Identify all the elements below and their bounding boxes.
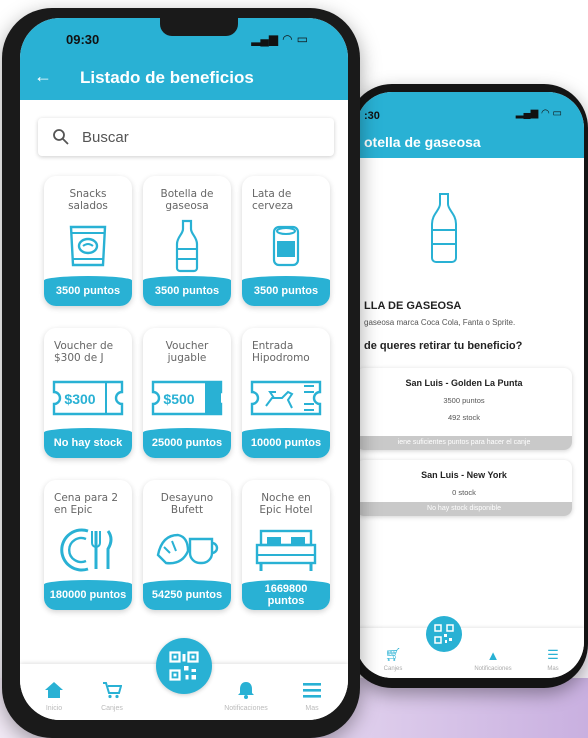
back-status-time: :30 [364, 110, 380, 122]
bed-icon [242, 522, 330, 578]
search-input[interactable]: Buscar [38, 118, 334, 156]
qr-code-icon [169, 651, 199, 681]
back-status-icons: ▂▄▆ ◠ ▭ [515, 108, 562, 119]
wifi-icon: ◠ [282, 32, 293, 46]
cart-icon [103, 682, 122, 699]
back-phone-frame: :30 ▂▄▆ ◠ ▭ otella de gaseosa LLA DE GAS… [348, 84, 588, 688]
store-stock: 492 stock [447, 413, 481, 422]
tab-inicio[interactable]: Inicio [24, 681, 84, 712]
store-card-golden-la-punta[interactable]: San Luis - Golden La Punta 3500 puntos 4… [356, 368, 572, 450]
benefit-price: 3500 puntos [143, 276, 231, 306]
benefit-price: No hay stock [44, 428, 132, 458]
benefit-name: Desayuno Bufett [160, 492, 214, 516]
tab-label: Notificaciones [224, 705, 268, 712]
store-card-new-york[interactable]: San Luis - New York 0 stock No hay stock… [356, 460, 572, 516]
tab-label: Notificaciones [474, 666, 512, 672]
front-header: ← Listado de beneficios [20, 58, 348, 100]
search-placeholder: Buscar [82, 128, 129, 146]
can-icon [242, 218, 330, 274]
benefit-name: Voucher de $300 de J [54, 340, 114, 364]
back-status-bar: :30 ▂▄▆ ◠ ▭ [356, 92, 584, 128]
benefit-card-gaseosa[interactable]: Botella de gaseosa 3500 puntos [143, 176, 231, 306]
signal-icon: ▂▄▆ [251, 32, 279, 46]
back-tab-bar: 🛒︎ Canjes ▲ Notificaciones ☰ Mas [356, 628, 584, 678]
product-title: LLA DE GASEOSA [364, 300, 462, 312]
tab-mas[interactable]: Mas [282, 681, 342, 712]
tab-label: Canjes [101, 705, 123, 712]
tab-label: Inicio [45, 705, 63, 712]
tab-label: Mas [547, 666, 559, 672]
qr-code-icon [434, 624, 454, 644]
cart-icon: 🛒︎ [384, 647, 402, 662]
search-icon [53, 129, 69, 145]
bottle-icon [143, 218, 231, 274]
back-arrow-icon[interactable]: ← [34, 66, 52, 87]
qr-scan-button[interactable] [156, 638, 212, 694]
front-phone-frame: 09:30 ▂▄▆ ◠ ▭ ← Listado de beneficios Bu… [2, 8, 360, 738]
menu-icon: ☰ [547, 647, 559, 662]
status-time: 09:30 [66, 32, 100, 47]
back-tab-canjes[interactable]: 🛒︎ Canjes [368, 647, 418, 672]
benefit-name: Botella de gaseosa [160, 188, 214, 212]
benefit-card-voucher-jugable[interactable]: Voucher jugable $500 25000 puntos [143, 328, 231, 458]
home-icon [45, 682, 63, 698]
benefit-name: Entrada Hipodromo [252, 340, 310, 364]
voucher-amount: $500 [163, 391, 194, 407]
benefit-price: 180000 puntos [44, 580, 132, 610]
benefit-card-cerveza[interactable]: Lata de cerveza 3500 puntos [242, 176, 330, 306]
back-header: otella de gaseosa [356, 128, 584, 158]
phone-notch [160, 18, 238, 36]
back-phone-screen: :30 ▂▄▆ ◠ ▭ otella de gaseosa LLA DE GAS… [356, 92, 584, 678]
store-name: San Luis - New York [421, 470, 507, 480]
tab-canjes[interactable]: Canjes [82, 681, 142, 712]
battery-icon: ▭ [296, 32, 308, 46]
product-description: gaseosa marca Coca Cola, Fanta o Sprite. [364, 318, 516, 327]
benefit-card-hipodromo[interactable]: Entrada Hipodromo 10000 puntos [242, 328, 330, 458]
bottle-icon [431, 193, 457, 263]
menu-icon [303, 683, 321, 698]
benefit-price: 54250 puntos [143, 580, 231, 610]
voucher-amount: $300 [64, 391, 95, 407]
store-name: San Luis - Golden La Punta [405, 378, 523, 388]
back-page-title: otella de gaseosa [364, 134, 481, 150]
benefit-price: 3500 puntos [242, 276, 330, 306]
voucher-300-icon: $300 [44, 370, 132, 426]
dinner-icon [44, 522, 132, 578]
voucher-500-icon: $500 [143, 370, 231, 426]
benefit-card-desayuno[interactable]: Desayuno Bufett 54250 puntos [143, 480, 231, 610]
bell-icon: ▲ [486, 648, 500, 663]
benefit-card-hotel[interactable]: Noche en Epic Hotel 1669800 puntos [242, 480, 330, 610]
store-status-banner: No hay stock disponible [356, 502, 572, 516]
tab-label: Mas [305, 705, 319, 712]
back-tab-mas[interactable]: ☰ Mas [528, 647, 578, 672]
benefit-price: 1669800 puntos [242, 580, 330, 610]
benefit-name: Snacks salados [68, 188, 108, 212]
benefit-card-cena[interactable]: Cena para 2 en Epic 180000 puntos [44, 480, 132, 610]
breakfast-icon [143, 522, 231, 578]
page-title: Listado de beneficios [80, 68, 254, 87]
store-status-banner: iene suficientes puntos para hacer el ca… [356, 436, 572, 450]
benefit-name: Voucher jugable [165, 340, 209, 364]
pickup-question: de queres retirar tu beneficio? [364, 340, 523, 352]
back-tab-notificaciones[interactable]: ▲ Notificaciones [468, 648, 518, 672]
horse-ticket-icon [242, 370, 330, 426]
store-stock: 0 stock [452, 488, 476, 497]
benefit-price: 3500 puntos [44, 276, 132, 306]
back-qr-button[interactable] [426, 616, 462, 652]
tab-notificaciones[interactable]: Notificaciones [216, 681, 276, 712]
benefit-name: Lata de cerveza [252, 188, 294, 212]
status-icons: ▂▄▆ ◠ ▭ [251, 32, 308, 46]
benefit-price: 25000 puntos [143, 428, 231, 458]
benefit-name: Cena para 2 en Epic [54, 492, 119, 516]
bell-icon [238, 682, 254, 699]
benefit-price: 10000 puntos [242, 428, 330, 458]
benefit-card-voucher-300[interactable]: Voucher de $300 de J $300 No hay stock [44, 328, 132, 458]
benefit-card-snacks[interactable]: Snacks salados 3500 puntos [44, 176, 132, 306]
front-phone-screen: 09:30 ▂▄▆ ◠ ▭ ← Listado de beneficios Bu… [20, 18, 348, 720]
tab-label: Canjes [383, 666, 403, 672]
snack-bag-icon [44, 218, 132, 274]
store-points: 3500 puntos [443, 396, 485, 405]
benefit-name: Noche en Epic Hotel [259, 492, 313, 516]
